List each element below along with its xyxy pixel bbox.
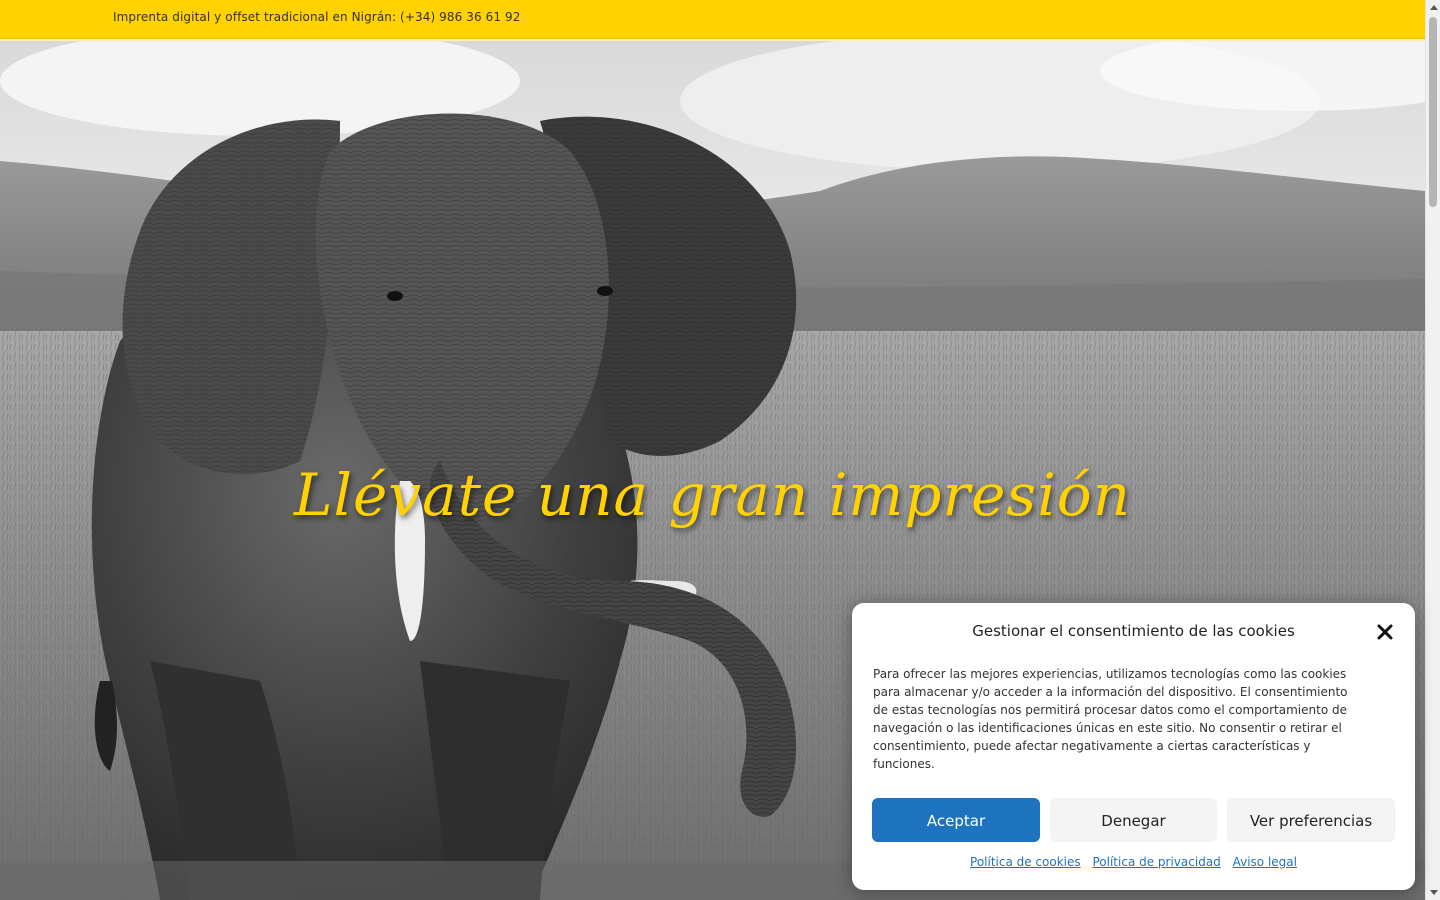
accept-button[interactable]: Aceptar [872, 798, 1040, 842]
privacy-policy-link[interactable]: Política de privacidad [1092, 855, 1220, 869]
top-info-bar: Imprenta digital y offset tradicional en… [0, 0, 1425, 39]
top-info-text: Imprenta digital y offset tradicional en… [113, 10, 521, 24]
deny-button[interactable]: Denegar [1050, 798, 1217, 842]
cookie-dialog-title: Gestionar el consentimiento de las cooki… [972, 622, 1295, 640]
cookie-dialog-body: Para ofrecer las mejores experiencias, u… [873, 667, 1348, 771]
topbar-divider [0, 39, 1425, 41]
page: Imprenta digital y offset tradicional en… [0, 0, 1440, 900]
scroll-down-icon[interactable] [1430, 890, 1438, 895]
hero-title: Llévate una gran impresión [293, 461, 1132, 529]
scrollbar-thumb[interactable] [1429, 17, 1437, 207]
cookies-policy-link[interactable]: Política de cookies [970, 855, 1081, 869]
scroll-up-icon[interactable] [1430, 5, 1438, 10]
page-scrollbar[interactable] [1425, 0, 1440, 900]
legal-notice-link[interactable]: Aviso legal [1233, 855, 1297, 869]
cookie-consent-dialog: Gestionar el consentimiento de las cooki… [852, 603, 1415, 890]
cookie-policy-links: Política de cookies Política de privacid… [852, 855, 1415, 869]
view-preferences-button[interactable]: Ver preferencias [1227, 798, 1395, 842]
close-icon[interactable] [1375, 622, 1395, 642]
